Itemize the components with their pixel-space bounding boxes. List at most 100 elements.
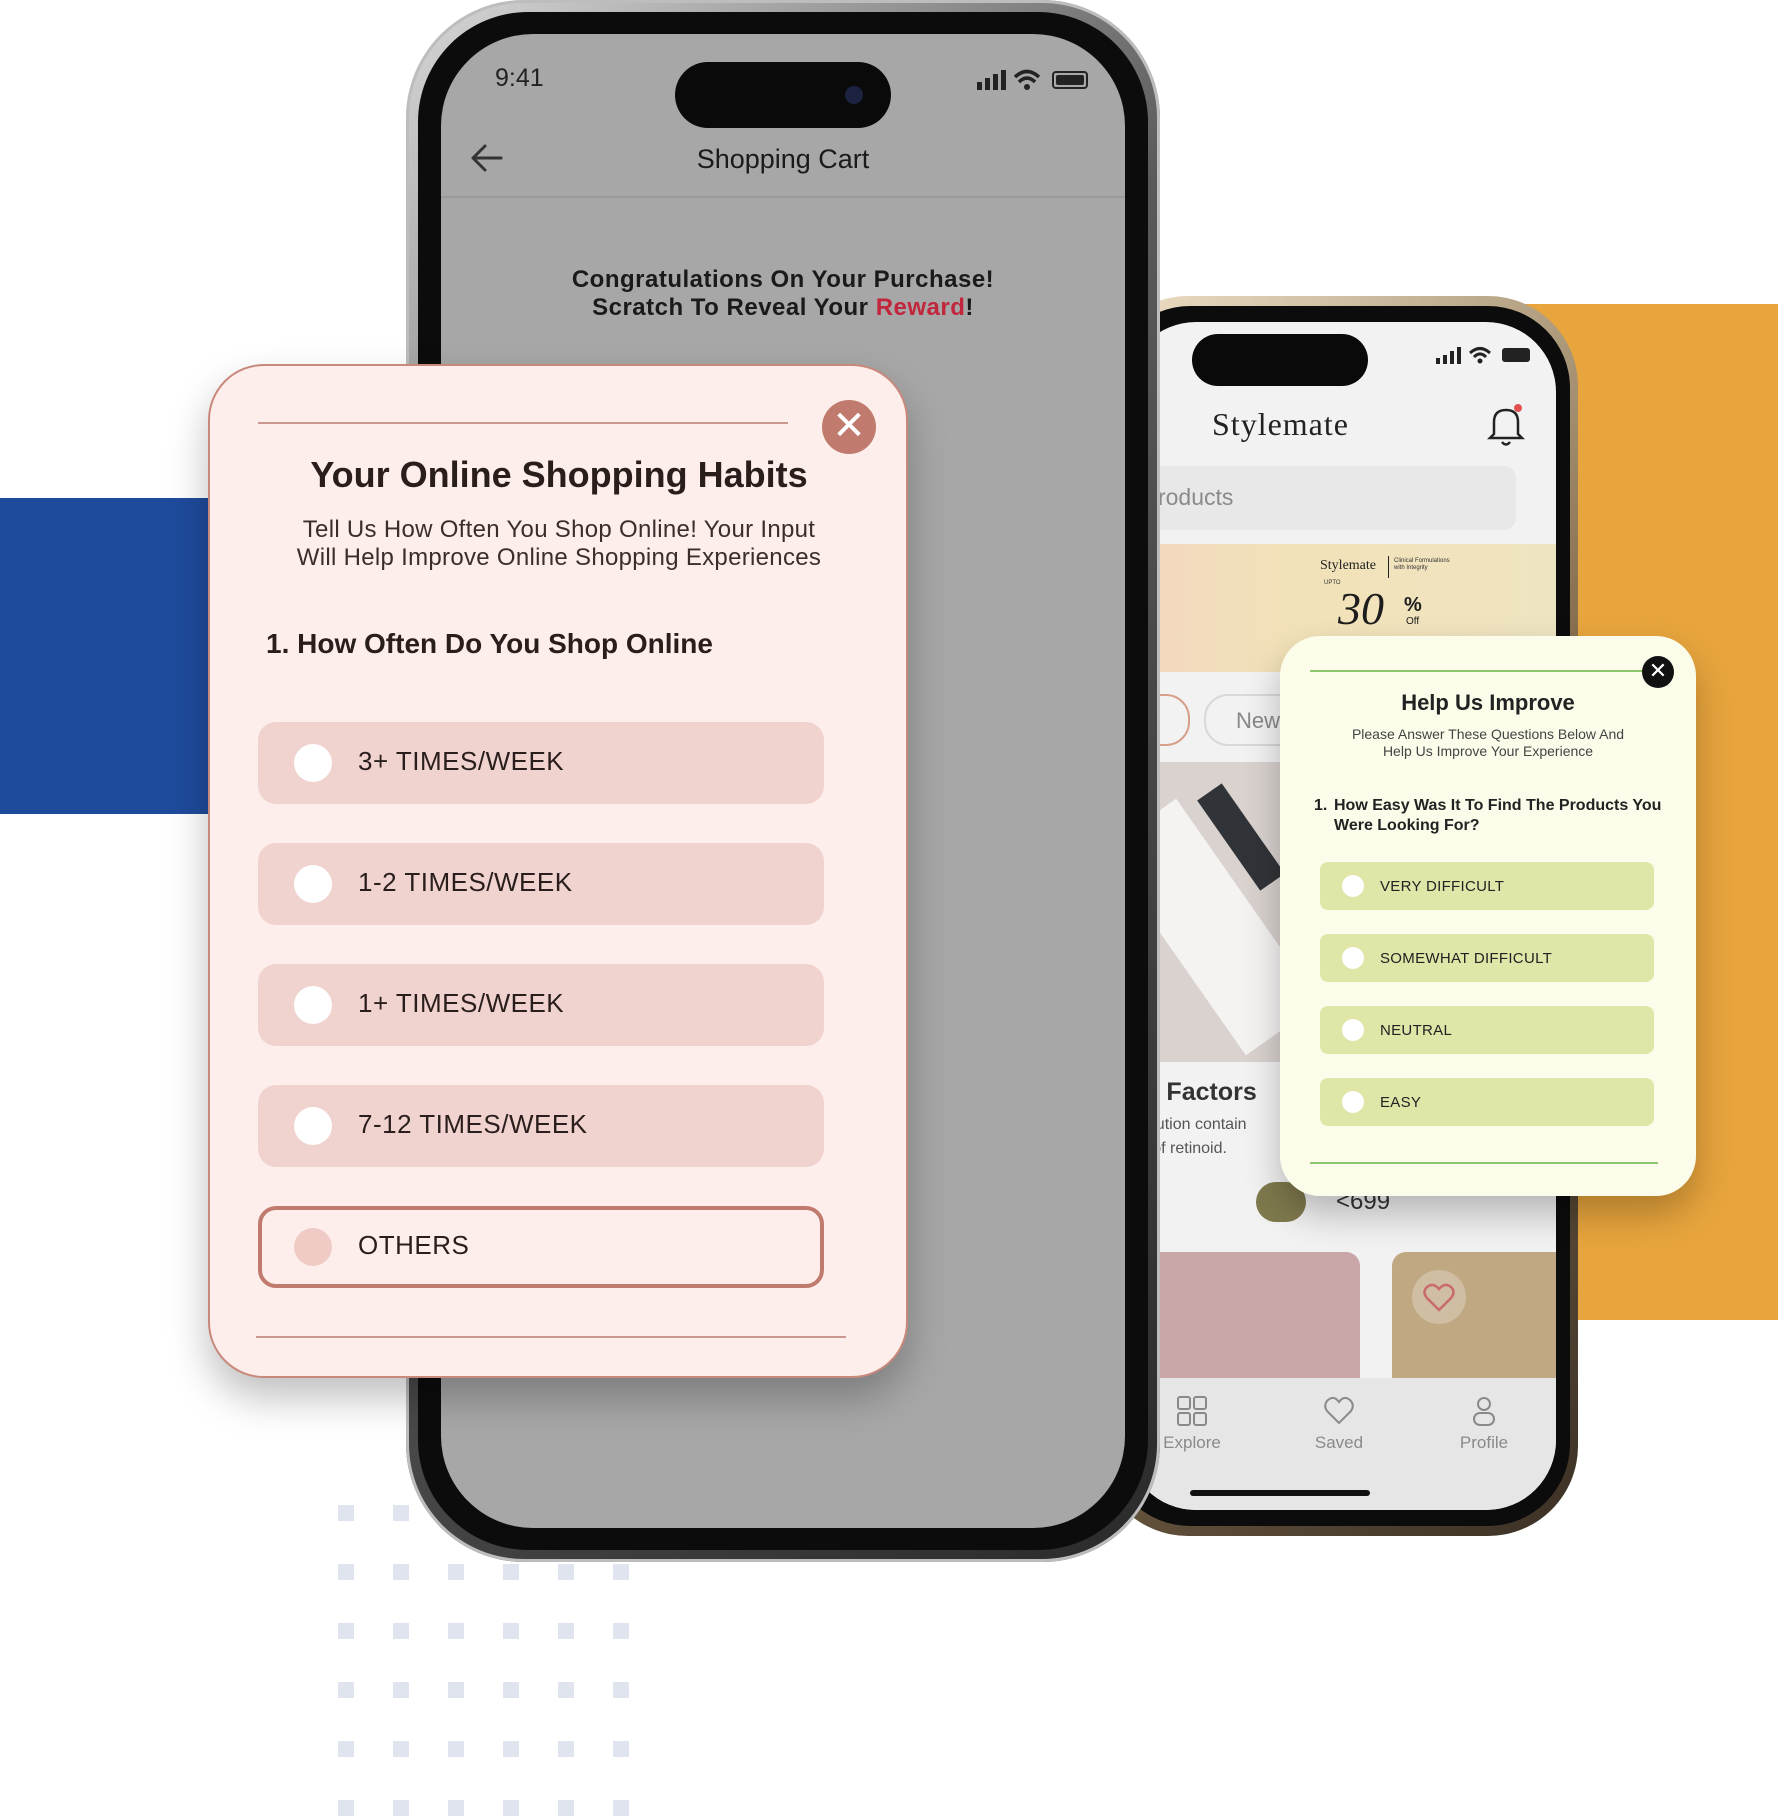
home-indicator <box>1190 1490 1370 1496</box>
nav-label: Explore <box>1163 1433 1221 1452</box>
decorative-dot <box>503 1682 519 1698</box>
decorative-dot <box>503 1564 519 1580</box>
decorative-dot <box>338 1800 354 1816</box>
option-label: OTHERS <box>358 1230 470 1260</box>
decorative-dot <box>558 1623 574 1639</box>
decorative-dot <box>448 1741 464 1757</box>
option-label: 3+ TIMES/WEEK <box>358 746 565 776</box>
radio-button[interactable] <box>294 744 332 782</box>
radio-button[interactable] <box>294 986 332 1024</box>
option-label: EASY <box>1380 1094 1422 1111</box>
search-input[interactable]: h products <box>1126 466 1516 530</box>
banner-brand: Stylemate <box>1320 558 1376 573</box>
option-easy[interactable]: EASY <box>1320 1078 1654 1126</box>
radio-button[interactable] <box>1342 875 1364 897</box>
option-very-difficult[interactable]: VERY DIFFICULT <box>1320 862 1654 910</box>
app-brand: Stylemate <box>1212 406 1349 442</box>
option-3plus-times-week[interactable]: 3+ TIMES/WEEK <box>258 722 824 804</box>
radio-button[interactable] <box>1342 1019 1364 1041</box>
dynamic-island <box>1192 334 1368 386</box>
decorative-dot <box>393 1564 409 1580</box>
decorative-blue-block <box>0 498 230 814</box>
modal-title: Your Online Shopping Habits <box>310 454 808 495</box>
option-label: SOMEWHAT DIFFICULT <box>1380 950 1553 967</box>
decorative-dot <box>503 1623 519 1639</box>
decorative-dot <box>613 1623 629 1639</box>
header-title: Shopping Cart <box>696 144 870 174</box>
close-button[interactable]: ✕ <box>1642 656 1674 688</box>
decorative-dot <box>613 1564 629 1580</box>
survey-question: 1. How Often Do You Shop Online <box>266 628 713 659</box>
question-text: How Easy Was It To Find The Products You… <box>1334 797 1662 834</box>
user-icon <box>1473 1397 1495 1426</box>
decorative-dot <box>338 1505 354 1521</box>
congrats-line2: Scratch To Reveal Your Reward! <box>441 294 1125 322</box>
modal-subtitle-line1: Please Answer These Questions Below And <box>1351 726 1625 742</box>
decorative-dot <box>338 1741 354 1757</box>
decorative-dot <box>503 1741 519 1757</box>
decorative-dot <box>448 1564 464 1580</box>
radio-button[interactable] <box>294 1107 332 1145</box>
decorative-dot <box>503 1800 519 1816</box>
decorative-dot <box>613 1682 629 1698</box>
survey-shopping-habits-modal: ✕ Your Online Shopping Habits Tell Us Ho… <box>208 364 908 1378</box>
decorative-dot <box>558 1800 574 1816</box>
question-number: 1. <box>1314 797 1328 814</box>
banner-divider <box>1388 556 1389 578</box>
status-icons <box>1436 344 1546 371</box>
option-others[interactable]: OTHERS <box>258 1206 824 1288</box>
decorative-dot <box>558 1682 574 1698</box>
heart-icon <box>1324 1396 1354 1425</box>
header-divider <box>441 196 1125 198</box>
decorative-dot <box>613 1741 629 1757</box>
decorative-dot <box>393 1741 409 1757</box>
reward-highlight: Reward <box>875 294 966 321</box>
bottom-nav: Explore Saved Profile <box>1126 1378 1556 1510</box>
radio-button[interactable] <box>1342 947 1364 969</box>
decorative-dot <box>448 1800 464 1816</box>
option-7-12-times-week[interactable]: 7-12 TIMES/WEEK <box>258 1085 824 1167</box>
radio-button[interactable] <box>1342 1091 1364 1113</box>
banner-discount-value: 30 <box>1338 583 1384 634</box>
modal-top-divider <box>1310 670 1654 672</box>
modal-top-divider <box>258 422 788 424</box>
option-1-2-times-week[interactable]: 1-2 TIMES/WEEK <box>258 843 824 925</box>
congrats-line2-prefix: Scratch To Reveal Your <box>592 294 876 321</box>
nav-label: Profile <box>1459 1433 1509 1452</box>
decorative-dot <box>558 1564 574 1580</box>
status-icons <box>977 66 1097 99</box>
decorative-dot <box>393 1800 409 1816</box>
nav-explore[interactable]: Explore <box>1152 1394 1232 1453</box>
modal-bottom-divider <box>256 1336 846 1338</box>
option-somewhat-difficult[interactable]: SOMEWHAT DIFFICULT <box>1320 934 1654 982</box>
banner-percent: % <box>1404 594 1422 616</box>
chip-label: New <box>1236 708 1281 733</box>
close-icon: ✕ <box>832 404 866 448</box>
option-1plus-times-week[interactable]: 1+ TIMES/WEEK <box>258 964 824 1046</box>
modal-subtitle-line1: Tell Us How Often You Shop Online! Your … <box>302 516 816 543</box>
decorative-dot <box>338 1623 354 1639</box>
option-label: 7-12 TIMES/WEEK <box>358 1109 588 1139</box>
heart-icon[interactable] <box>1412 1270 1466 1324</box>
banner-tagline: Clinical Formulations with Integrity <box>1394 558 1450 571</box>
decorative-dot <box>393 1505 409 1521</box>
congrats-message: Congratulations On Your Purchase! Scratc… <box>441 266 1125 322</box>
survey-help-us-improve-modal: ✕ Help Us Improve Please Answer These Qu… <box>1280 636 1696 1196</box>
nav-saved[interactable]: Saved <box>1299 1394 1379 1453</box>
nav-profile[interactable]: Profile <box>1444 1394 1524 1453</box>
decorative-dot <box>558 1741 574 1757</box>
close-button[interactable]: ✕ <box>822 400 876 454</box>
radio-button[interactable] <box>294 1228 332 1266</box>
decorative-dot <box>338 1682 354 1698</box>
camera-lens <box>845 86 863 104</box>
decorative-dot <box>393 1682 409 1698</box>
nav-label: Saved <box>1314 1433 1364 1452</box>
banner-off: Off <box>1406 616 1420 627</box>
congrats-line1: Congratulations On Your Purchase! <box>571 266 995 293</box>
bell-icon[interactable] <box>1486 402 1526 453</box>
option-neutral[interactable]: NEUTRAL <box>1320 1006 1654 1054</box>
radio-button[interactable] <box>294 865 332 903</box>
decorative-dot <box>448 1623 464 1639</box>
option-label: 1-2 TIMES/WEEK <box>358 867 573 897</box>
status-time: 9:41 <box>495 64 544 92</box>
